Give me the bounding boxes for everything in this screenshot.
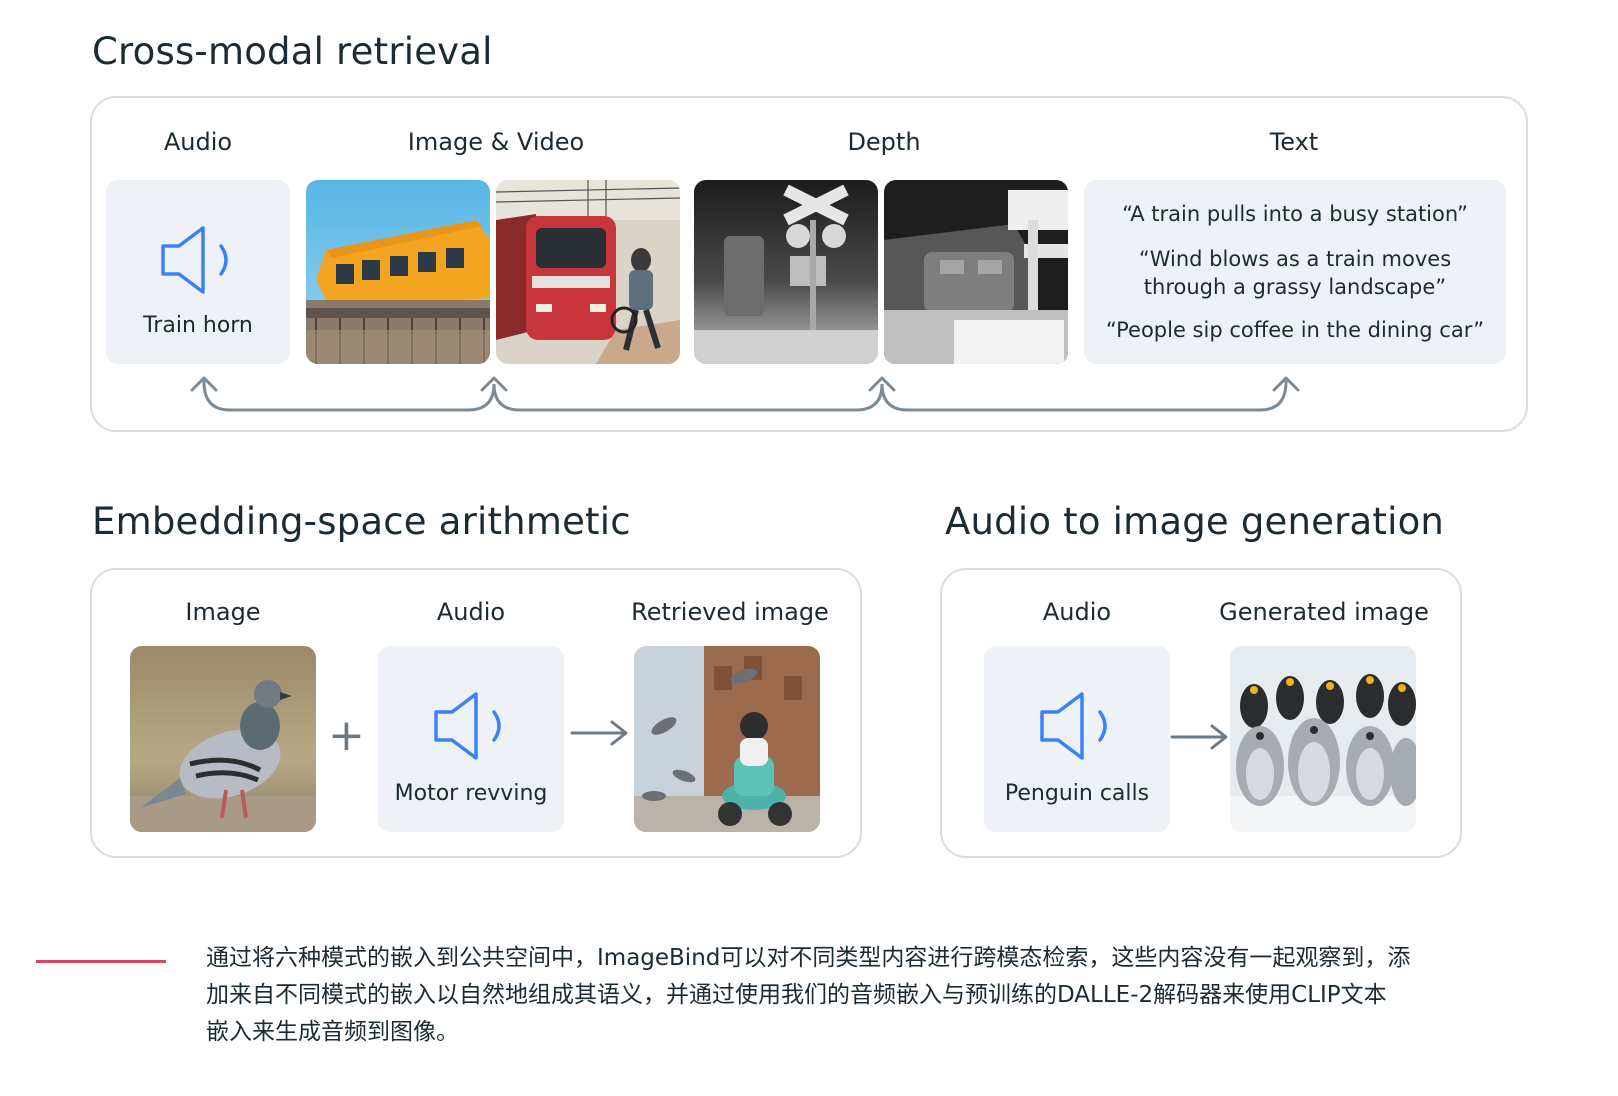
plus-operator: + — [328, 710, 365, 761]
label-image: Image — [185, 598, 261, 626]
image-yellow-train[interactable] — [306, 180, 490, 364]
label-image-video: Image & Video — [407, 128, 585, 156]
audio-tile-motor-revving[interactable]: Motor revving — [378, 646, 564, 832]
label-text: Text — [1269, 128, 1319, 156]
footnote-line-3: 嵌入来生成音频到图像。 — [206, 1019, 459, 1045]
text-quote-1: “A train pulls into a busy station” — [1122, 202, 1468, 226]
depth-map-1[interactable] — [694, 180, 878, 364]
yellow-train-image — [306, 180, 490, 364]
label-retrieved-image: Retrieved image — [631, 598, 829, 626]
retrieval-connector-arrows — [190, 376, 1300, 412]
label-audio: Audio — [163, 128, 233, 156]
image-red-train[interactable] — [496, 180, 680, 364]
arrow-right-icon — [1170, 724, 1228, 750]
depth-map-train — [884, 180, 1068, 364]
audio-tile-penguin-calls[interactable]: Penguin calls — [984, 646, 1170, 832]
penguins-image — [1230, 646, 1416, 832]
label-generated-image: Generated image — [1219, 598, 1429, 626]
label-depth: Depth — [847, 128, 921, 156]
label-audio: Audio — [1042, 598, 1112, 626]
pigeon-image — [130, 646, 316, 832]
footnote-line-1: 通过将六种模式的嵌入到公共空间中，ImageBind可以对不同类型内容进行跨模态… — [206, 945, 1411, 971]
audio-tile-train-horn[interactable]: Train horn — [106, 180, 290, 364]
cross-modal-title: Cross-modal retrieval — [92, 30, 493, 73]
audio-caption: Penguin calls — [1004, 781, 1150, 806]
text-quote-2-line-1: “Wind blows as a train moves — [1138, 247, 1452, 271]
text-quote-2-line-2: through a grassy landscape” — [1143, 275, 1447, 299]
footnote-line-2: 加来自不同模式的嵌入以自然地组成其语义，并通过使用我们的音频嵌入与预训练的DAL… — [206, 982, 1387, 1008]
arithmetic-title: Embedding-space arithmetic — [92, 500, 631, 543]
speaker-icon — [434, 692, 501, 760]
label-audio: Audio — [436, 598, 506, 626]
audio-caption: Motor revving — [394, 781, 548, 806]
scooter-pigeons-image — [634, 646, 820, 832]
image-retrieved-scooter[interactable] — [634, 646, 820, 832]
depth-map-2[interactable] — [884, 180, 1068, 364]
speaker-icon — [161, 226, 228, 294]
depth-map-crossing — [694, 180, 878, 364]
text-quote-3: “People sip coffee in the dining car” — [1105, 318, 1485, 342]
image-pigeon[interactable] — [130, 646, 316, 832]
accent-line — [36, 960, 166, 963]
footnote-paragraph: 通过将六种模式的嵌入到公共空间中，ImageBind可以对不同类型内容进行跨模态… — [206, 940, 1606, 1051]
image-generated-penguins[interactable] — [1230, 646, 1416, 832]
speaker-icon — [1040, 692, 1107, 760]
arrow-right-icon — [570, 720, 628, 746]
text-queries-tile[interactable]: “A train pulls into a busy station” “Win… — [1084, 180, 1506, 364]
audio-caption: Train horn — [143, 313, 253, 338]
red-train-image — [496, 180, 680, 364]
generation-title: Audio to image generation — [945, 500, 1445, 543]
